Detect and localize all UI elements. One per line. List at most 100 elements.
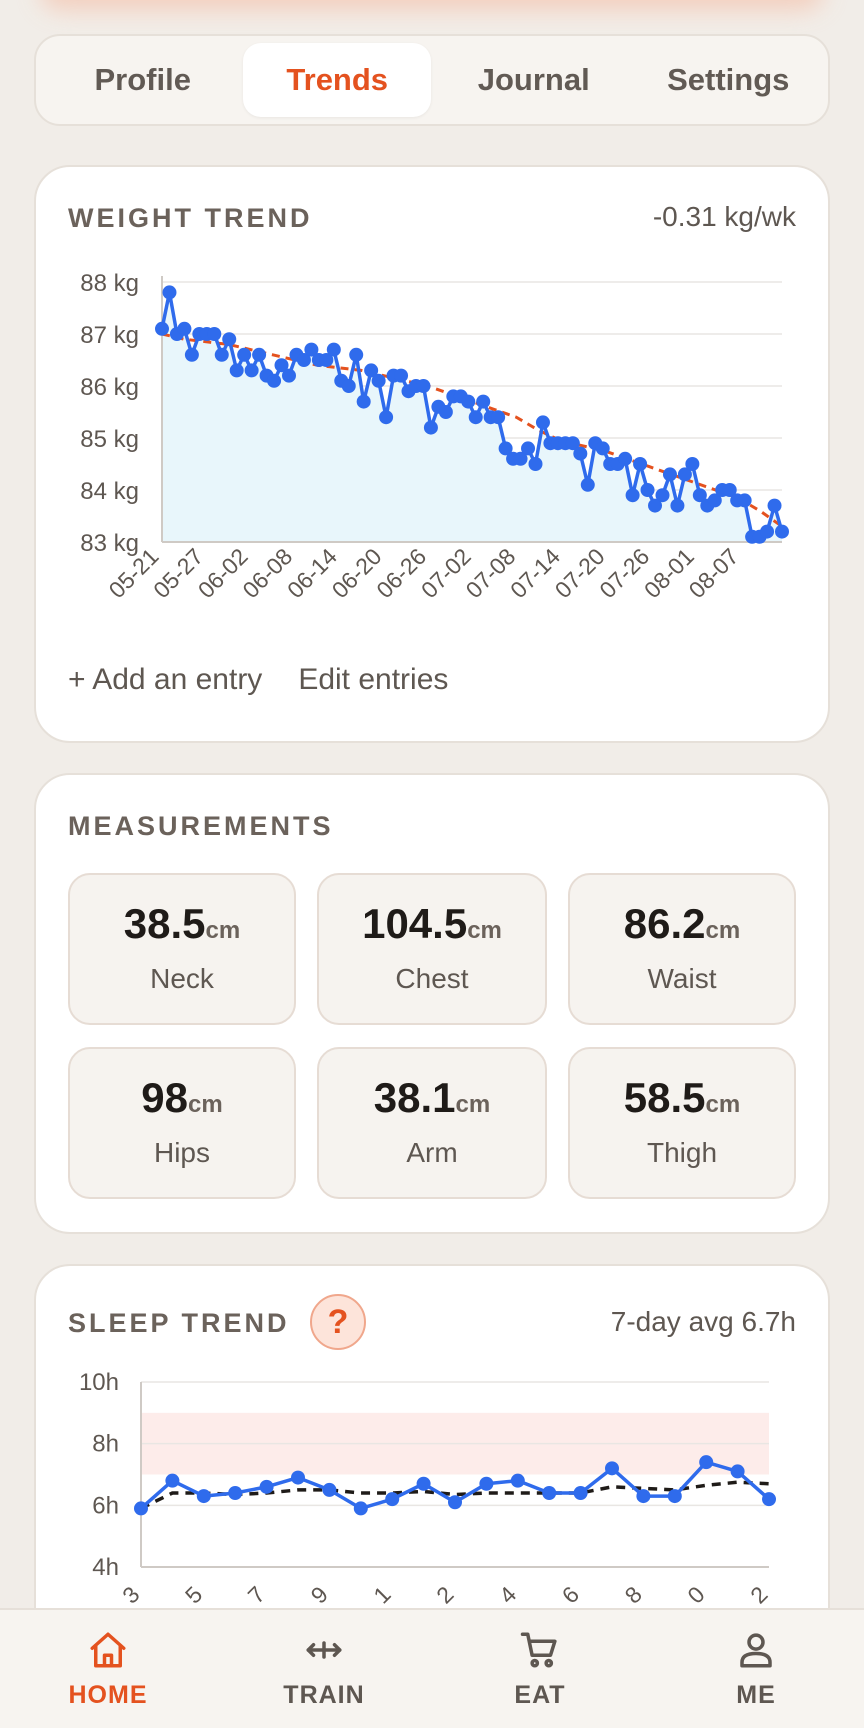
weight-point <box>252 347 267 362</box>
x-tick-label: 06-26 <box>371 543 431 603</box>
x-tick-label: 1 <box>368 1581 395 1608</box>
x-tick-label: 4 <box>494 1581 522 1609</box>
weight-point <box>461 394 476 409</box>
weight-point <box>521 441 536 456</box>
cart-icon <box>520 1632 557 1667</box>
weight-point <box>640 483 655 497</box>
sleep-point <box>322 1482 337 1497</box>
measurement-unit: cm <box>705 1091 741 1118</box>
tab-trends[interactable]: Trends <box>243 43 431 117</box>
weight-trend-card: WEIGHT TREND -0.31 kg/wk 83 kg 84 kg 85 kg… <box>34 165 830 743</box>
weight-point <box>244 363 259 378</box>
x-tick-label: 07-20 <box>550 543 610 603</box>
measurement-tile-thigh[interactable]: 58.5cm Thigh <box>568 1047 796 1199</box>
weight-point <box>573 446 588 461</box>
x-tick-label: 07-14 <box>505 543 565 603</box>
weight-point <box>155 321 169 336</box>
weight-point <box>625 488 640 503</box>
measurement-value: 38.5 <box>123 900 206 947</box>
x-tick-label: 06-20 <box>327 543 387 603</box>
bottom-nav: HOME TRAIN EAT ME <box>0 1608 864 1728</box>
weight-point <box>633 457 648 471</box>
measurement-value: 98 <box>141 1074 189 1121</box>
weight-point <box>528 457 543 471</box>
home-icon <box>90 1632 126 1667</box>
measurement-tile-neck[interactable]: 38.5cm Neck <box>68 873 296 1025</box>
weight-point <box>423 420 438 435</box>
top-glow <box>40 0 824 10</box>
sleep-point <box>573 1486 588 1500</box>
weight-point <box>468 410 483 425</box>
weight-point <box>184 347 199 362</box>
weight-point <box>655 488 670 503</box>
measurement-label: Hips <box>153 1137 210 1168</box>
weight-point <box>356 394 371 409</box>
x-tick-label: 2 <box>745 1581 772 1608</box>
weight-point <box>737 493 752 508</box>
nav-label: ME <box>736 1680 776 1709</box>
sleep-point <box>196 1489 211 1504</box>
weight-point <box>416 379 431 393</box>
x-tick-label: 3 <box>117 1581 144 1608</box>
sleep-point <box>448 1495 462 1510</box>
measurement-label: Neck <box>150 963 214 994</box>
y-tick-label: 6h <box>92 1492 119 1519</box>
weight-point <box>595 441 610 456</box>
sleep-point <box>479 1476 494 1491</box>
y-tick-label: 87 kg <box>80 322 139 349</box>
nav-label: EAT <box>514 1680 566 1709</box>
weight-point <box>685 457 700 471</box>
sleep-point <box>667 1489 682 1504</box>
sleep-point <box>762 1492 776 1507</box>
x-tick-label: 07-02 <box>416 543 476 603</box>
measurement-tile-arm[interactable]: 38.1cm Arm <box>317 1047 547 1199</box>
move-arrows-icon <box>306 1640 342 1659</box>
weight-point <box>438 405 453 419</box>
measurement-unit: cm <box>205 917 241 944</box>
measurement-unit: cm <box>455 1091 491 1118</box>
weight-point <box>341 379 356 393</box>
sleep-point <box>291 1470 305 1485</box>
x-tick-label: 6 <box>557 1581 584 1608</box>
x-tick-label: 07-26 <box>594 543 654 603</box>
tab-profile[interactable]: Profile <box>44 43 241 117</box>
measurement-label: Chest <box>395 963 469 994</box>
measurement-value: 104.5 <box>362 900 468 947</box>
weight-point <box>207 327 222 341</box>
x-tick-label: 07-08 <box>460 543 520 603</box>
sleep-point <box>542 1486 557 1500</box>
y-tick-label: 88 kg <box>80 270 139 297</box>
edit-entries-button[interactable]: Edit entries <box>298 663 448 697</box>
nav-eat[interactable]: EAT <box>432 1629 648 1710</box>
add-entry-button[interactable]: + Add an entry <box>68 663 262 697</box>
sleep-point <box>165 1473 180 1488</box>
nav-me[interactable]: ME <box>648 1629 864 1710</box>
help-button[interactable]: ? <box>310 1294 366 1350</box>
measurement-value: 86.2 <box>623 900 706 947</box>
weight-point <box>177 321 192 336</box>
measurement-tile-hips[interactable]: 98cm Hips <box>68 1047 296 1199</box>
sleep-point <box>259 1479 274 1494</box>
weight-point <box>326 342 341 357</box>
y-tick-label: 86 kg <box>80 374 139 401</box>
weight-point <box>476 394 491 409</box>
tab-settings[interactable]: Settings <box>636 43 820 117</box>
measurements-card: MEASUREMENTS 38.5cm Neck 104.5cm Chest 8… <box>34 773 830 1234</box>
x-tick-label: 06-14 <box>282 543 342 603</box>
weight-point <box>267 373 282 388</box>
nav-train[interactable]: TRAIN <box>216 1629 432 1710</box>
sleep-point <box>416 1476 431 1491</box>
tab-journal[interactable]: Journal <box>431 43 636 117</box>
measurement-tile-waist[interactable]: 86.2cm Waist <box>568 873 796 1025</box>
measurement-unit: cm <box>188 1091 223 1118</box>
measurement-tile-chest[interactable]: 104.5cm Chest <box>317 873 547 1025</box>
measurement-label: Waist <box>647 963 717 994</box>
weight-trend-title: WEIGHT TREND <box>68 203 313 233</box>
measurement-value: 58.5 <box>623 1074 706 1121</box>
weight-point <box>618 451 633 466</box>
weight-point <box>237 347 252 362</box>
weight-point <box>162 285 177 300</box>
person-icon <box>740 1632 772 1667</box>
nav-home[interactable]: HOME <box>0 1629 216 1710</box>
weight-point <box>394 368 409 383</box>
